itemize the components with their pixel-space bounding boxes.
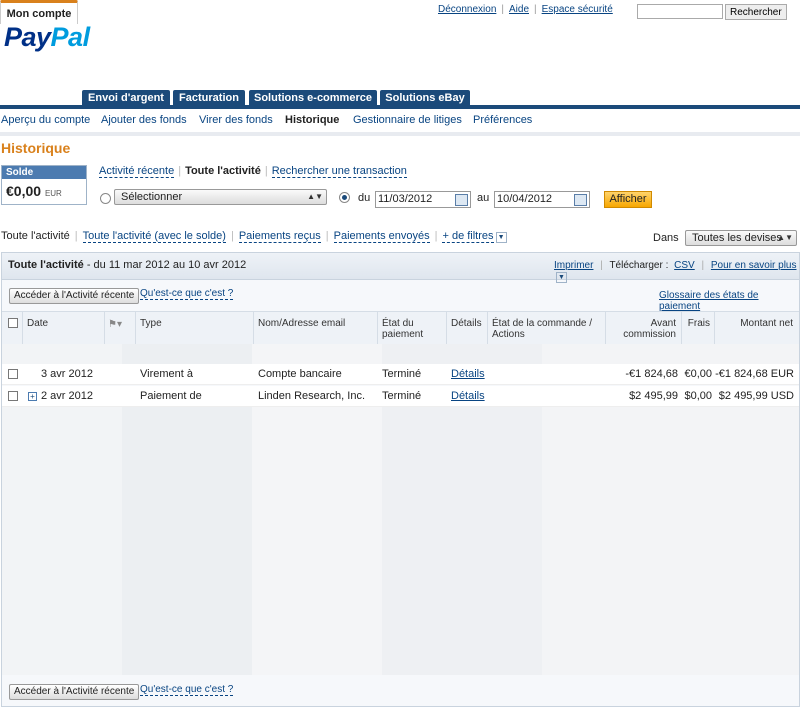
select-arrows-icon: ▲▼	[307, 192, 323, 201]
row-net: $2 495,99 USD	[718, 390, 794, 402]
col-order: État de la commande / Actions	[492, 318, 593, 340]
table-header: Date ⚑▾ Type Nom/Adresse email État du pa…	[2, 311, 799, 345]
row-status: Terminé	[382, 368, 422, 380]
period-select[interactable]: Sélectionner ▲▼	[114, 189, 327, 205]
search-input[interactable]	[637, 4, 723, 19]
filter-all[interactable]: Toute l'activité	[1, 230, 70, 242]
subnav-historique[interactable]: Historique	[285, 114, 339, 126]
filter-received[interactable]: Paiements reçus	[238, 230, 321, 243]
csv-link[interactable]: CSV	[674, 260, 695, 271]
calendar-icon[interactable]	[455, 194, 468, 206]
paypal-logo[interactable]: PayPal	[4, 22, 90, 53]
select-all-checkbox[interactable]	[8, 318, 18, 328]
balance-label: Solde	[2, 166, 86, 179]
help-link[interactable]: Aide	[509, 4, 529, 15]
tab-bar	[0, 105, 800, 109]
view-tabs: Activité récente | Toute l'activité | Recher…	[99, 165, 407, 178]
glossary-link[interactable]: Glossaire des états de paiement	[659, 290, 799, 312]
page-title: Historique	[1, 140, 71, 156]
flag-icon[interactable]: ⚑▾	[108, 319, 122, 330]
row-status: Terminé	[382, 390, 422, 402]
filter-all-balance[interactable]: Toute l'activité (avec le solde)	[82, 230, 226, 243]
from-date-input[interactable]: 11/03/2012	[375, 191, 471, 208]
back-recent-button-bottom[interactable]: Accéder à l'Activité récente	[9, 684, 140, 700]
blurred-region	[2, 407, 799, 675]
currency-label: Dans	[653, 232, 679, 244]
col-date[interactable]: Date	[27, 318, 48, 329]
row-date: 2 avr 2012	[41, 390, 93, 402]
col-details: Détails	[451, 318, 482, 329]
tab-facturation[interactable]: Facturation	[173, 90, 245, 106]
table-row[interactable]: + 2 avr 2012 Paiement de Linden Research…	[2, 386, 799, 407]
tab-mon-compte[interactable]: Mon compte	[0, 0, 78, 24]
tab-solutions-ebay[interactable]: Solutions eBay	[380, 90, 470, 106]
select-arrows-icon: ▲▼	[777, 233, 793, 242]
subnav-virer-fonds[interactable]: Virer des fonds	[199, 114, 273, 126]
currency-select[interactable]: Toutes les devises ▲▼	[685, 230, 797, 246]
row-checkbox[interactable]	[8, 391, 18, 401]
to-date-input[interactable]: 10/04/2012	[494, 191, 590, 208]
calendar-icon[interactable]	[574, 194, 587, 206]
activity-filters: Toute l'activité | Toute l'activité (avec …	[1, 230, 507, 243]
row-details-link[interactable]: Détails	[451, 390, 485, 402]
chevron-down-icon[interactable]: ▼	[495, 232, 507, 243]
print-link[interactable]: Imprimer	[554, 260, 593, 271]
row-fee: $0,00	[684, 390, 712, 402]
view-tab-all[interactable]: Toute l'activité	[185, 165, 261, 177]
row-gross: -€1 824,68	[625, 368, 678, 380]
learn-more-link[interactable]: Pour en savoir plus	[711, 260, 797, 271]
sub-navigation: Aperçu du compte Ajouter des fonds Virer…	[0, 112, 800, 133]
from-label: du	[358, 192, 371, 204]
search-button[interactable]: Rechercher	[725, 4, 787, 20]
show-button[interactable]: Afficher	[604, 191, 652, 208]
row-details-link[interactable]: Détails	[451, 368, 485, 380]
security-link[interactable]: Espace sécurité	[542, 4, 613, 15]
chevron-down-icon[interactable]: ▼	[556, 272, 567, 283]
col-net[interactable]: Montant net	[717, 318, 793, 329]
what-is-link-bottom[interactable]: Qu'est-ce que c'est ?	[140, 684, 234, 696]
balance-box: Solde €0,00 EUR	[1, 165, 87, 205]
tab-envoi-argent[interactable]: Envoi d'argent	[82, 90, 170, 106]
panel-title: Toute l'activité - du 11 mar 2012 au 10 …	[8, 259, 247, 271]
subnav-preferences[interactable]: Préférences	[473, 114, 532, 126]
panel-tools: Imprimer | Télécharger : CSV | Pour en s…	[554, 260, 797, 283]
subnav-apercu[interactable]: Aperçu du compte	[1, 114, 90, 126]
filter-sent[interactable]: Paiements envoyés	[333, 230, 430, 243]
download-label: Télécharger :	[609, 260, 669, 271]
subnav-ajouter-fonds[interactable]: Ajouter des fonds	[101, 114, 187, 126]
col-status[interactable]: État du paiement	[382, 318, 423, 340]
logout-link[interactable]: Déconnexion	[438, 4, 496, 15]
blurred-region	[2, 344, 799, 364]
row-fee: €0,00	[684, 368, 712, 380]
balance-amount: €0,00 EUR	[6, 183, 62, 199]
what-is-link[interactable]: Qu'est-ce que c'est ?	[140, 288, 234, 300]
filter-more[interactable]: + de filtres	[442, 230, 494, 243]
col-fees[interactable]: Frais	[684, 318, 710, 329]
row-gross: $2 495,99	[629, 390, 678, 402]
table-row[interactable]: 3 avr 2012 Virement à Compte bancaire Te…	[2, 364, 799, 385]
view-tab-recent[interactable]: Activité récente	[99, 165, 175, 178]
panel-header: Toute l'activité - du 11 mar 2012 au 10 …	[2, 253, 799, 283]
row-checkbox[interactable]	[8, 369, 18, 379]
col-gross[interactable]: Avant commission	[608, 318, 676, 340]
radio-select-period[interactable]	[100, 193, 111, 204]
col-type[interactable]: Type	[140, 318, 162, 329]
row-date: 3 avr 2012	[41, 368, 93, 380]
subnav-divider	[0, 132, 800, 136]
back-recent-button[interactable]: Accéder à l'Activité récente	[9, 288, 140, 304]
top-links: Déconnexion | Aide | Espace sécurité	[438, 4, 613, 15]
view-tab-search[interactable]: Rechercher une transaction	[271, 165, 407, 178]
col-name[interactable]: Nom/Adresse email	[258, 318, 345, 329]
subnav-litiges[interactable]: Gestionnaire de litiges	[353, 114, 462, 126]
row-type: Paiement de	[140, 390, 202, 402]
to-label: au	[477, 192, 490, 204]
expand-icon[interactable]: +	[28, 392, 37, 401]
radio-date-range[interactable]	[339, 192, 350, 203]
row-net: -€1 824,68 EUR	[715, 368, 794, 380]
activity-panel: Toute l'activité - du 11 mar 2012 au 10 …	[1, 252, 800, 707]
row-name: Linden Research, Inc.	[258, 390, 366, 402]
tab-solutions-ecommerce[interactable]: Solutions e-commerce	[249, 90, 377, 106]
row-type: Virement à	[140, 368, 193, 380]
row-name: Compte bancaire	[258, 368, 342, 380]
